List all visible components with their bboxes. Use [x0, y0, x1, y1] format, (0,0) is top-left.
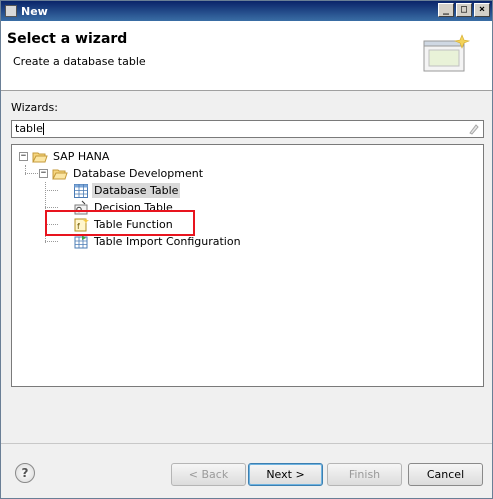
minimize-icon[interactable]: _ [438, 3, 454, 17]
help-icon[interactable]: ? [15, 463, 35, 483]
cancel-button[interactable]: Cancel [408, 463, 483, 486]
new-wizard-dialog: New _ □ × Select a wizard Create a datab… [0, 0, 493, 499]
next-button[interactable]: Next > [248, 463, 323, 486]
page-title: Select a wizard [7, 31, 128, 47]
tree-connector [45, 241, 58, 242]
close-icon[interactable]: × [474, 3, 490, 17]
tree-item-label: Database Table [92, 183, 181, 198]
collapse-toggle-icon[interactable]: − [19, 152, 28, 161]
back-button[interactable]: < Back [171, 463, 246, 486]
wizards-label: Wizards: [11, 101, 58, 114]
title-bar[interactable]: New _ □ × [1, 1, 492, 21]
highlight-annotation-box [45, 210, 195, 236]
wizard-banner-icon [423, 34, 471, 72]
tree-item-label: SAP HANA [53, 150, 110, 163]
finish-button[interactable]: Finish [327, 463, 402, 486]
tree-connector [45, 207, 58, 208]
window-title: New [21, 4, 48, 18]
footer-divider [1, 443, 492, 444]
text-caret [42, 123, 44, 135]
tree-item-label: Table Import Configuration [94, 235, 241, 248]
folder-open-icon [52, 169, 68, 179]
wizard-tree[interactable]: − SAP HANA − Database Development Databa… [11, 144, 484, 387]
page-description: Create a database table [13, 55, 146, 68]
clear-filter-icon[interactable] [468, 123, 480, 135]
collapse-toggle-icon[interactable]: − [39, 169, 48, 178]
window-icon [5, 5, 17, 17]
tree-item-label: Database Development [73, 167, 204, 180]
wizard-filter-input[interactable]: table [11, 120, 484, 138]
tree-connector [45, 190, 58, 191]
tree-connector [25, 173, 40, 174]
wizard-banner: Select a wizard Create a database table [1, 21, 492, 91]
table-grid-icon [74, 183, 88, 198]
filter-text: table [15, 122, 43, 135]
maximize-icon[interactable]: □ [456, 3, 472, 17]
tree-item-database-development[interactable]: − Database Development [39, 165, 205, 182]
window-controls: _ □ × [436, 3, 490, 17]
tree-item-sap-hana[interactable]: − SAP HANA [19, 148, 111, 165]
folder-open-icon [32, 152, 48, 162]
tree-item-database-table[interactable]: Database Table [73, 182, 181, 199]
